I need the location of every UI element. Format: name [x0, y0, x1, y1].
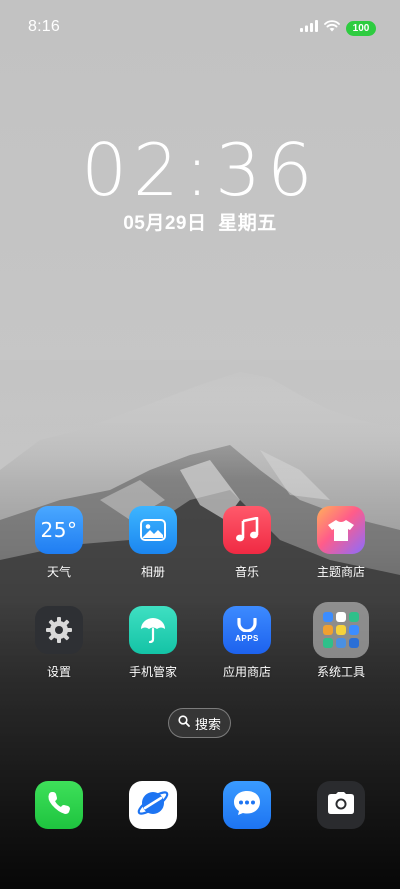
theme-store-icon [317, 506, 365, 554]
app-label: 手机管家 [128, 665, 177, 679]
status-bar: 8:16 100 [0, 0, 400, 56]
app-label: 应用商店 [222, 665, 271, 679]
app-label: 设置 [46, 665, 71, 679]
gallery-icon [129, 506, 177, 554]
mini-app-icon [349, 638, 359, 648]
mini-app-icon [323, 638, 333, 648]
chat-bubble-icon [232, 789, 262, 822]
app-store-badge: APPS [235, 633, 259, 643]
app-system-tools-folder[interactable]: 系统工具 [301, 602, 381, 680]
search-button[interactable]: 搜索 [168, 708, 231, 738]
folder-preview-grid [323, 612, 359, 648]
dock-messages[interactable] [223, 781, 271, 829]
status-indicators: 100 [300, 19, 376, 37]
status-time: 8:16 [28, 18, 60, 35]
dock-phone[interactable] [35, 781, 83, 829]
date-weekday: 星期五 [218, 213, 277, 234]
signal-icon [300, 19, 318, 37]
date-day: 05月29日 [123, 213, 207, 234]
mini-app-icon [336, 612, 346, 622]
app-label: 天气 [46, 565, 71, 579]
music-icon [223, 506, 271, 554]
phone-icon [46, 790, 72, 821]
camera-icon [327, 791, 355, 820]
mini-app-icon [323, 625, 333, 635]
app-theme-store[interactable]: 主题商店 [301, 506, 381, 580]
app-label: 相册 [140, 565, 165, 579]
app-settings[interactable]: 设置 [19, 606, 99, 680]
app-gallery[interactable]: 相册 [113, 506, 193, 580]
app-app-store[interactable]: APPS 应用商店 [207, 606, 287, 680]
mini-app-icon [323, 612, 333, 622]
mini-app-icon [349, 612, 359, 622]
dock-camera[interactable] [317, 781, 365, 829]
browser-icon [136, 786, 170, 825]
mini-app-icon [349, 625, 359, 635]
weather-icon: 25° [35, 506, 83, 554]
app-music[interactable]: 音乐 [207, 506, 287, 580]
mini-app-icon [336, 625, 346, 635]
app-store-icon: APPS [223, 606, 271, 654]
folder-icon [313, 602, 369, 658]
gear-icon [35, 606, 83, 654]
mini-app-icon [336, 638, 346, 648]
battery-indicator: 100 [346, 20, 376, 36]
app-weather[interactable]: 25° 天气 [19, 506, 99, 580]
dock-browser[interactable] [129, 781, 177, 829]
app-label: 系统工具 [316, 665, 365, 679]
app-phone-manager[interactable]: 手机管家 [113, 606, 193, 680]
umbrella-icon [129, 606, 177, 654]
search-label: 搜索 [194, 716, 221, 732]
lock-clock-date: 05月29日 星期五 [0, 208, 400, 235]
weather-temp: 25° [40, 518, 78, 542]
search-icon [178, 714, 190, 732]
lock-clock-time: 02:36 [81, 128, 319, 212]
wifi-icon [324, 19, 340, 37]
app-label: 主题商店 [316, 565, 365, 579]
app-label: 音乐 [234, 565, 259, 579]
